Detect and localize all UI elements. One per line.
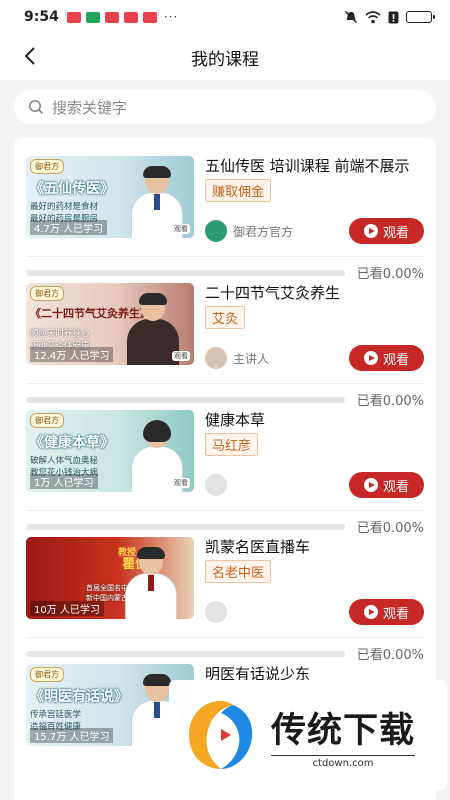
watermark: 传统下载 ctdown.com <box>169 680 447 790</box>
thumb-subtitle: 传承宫廷医学 <box>30 710 82 720</box>
battery-icon <box>406 11 435 23</box>
thumb-corner-label: 观看 <box>172 224 190 234</box>
watermark-logo-icon <box>181 695 261 775</box>
thumb-learner-count: 10万 人已学习 <box>30 601 104 616</box>
watch-button[interactable]: 观看 <box>349 472 424 498</box>
alert-icon <box>388 11 399 23</box>
avatar <box>205 347 227 369</box>
course-author: 御君方官方 <box>205 220 293 242</box>
course-thumbnail[interactable]: 御君方 《健康本草》 破解人体气血奥秘 教您花小钱治大病 1万 人已学习 观看 <box>26 410 194 492</box>
thumb-subtitle: 最好的药材是食材 <box>30 202 99 212</box>
avatar <box>205 220 227 242</box>
course-tag: 马红彦 <box>205 433 259 456</box>
thumb-learner-count: 4.7万 人已学习 <box>30 220 108 235</box>
play-icon <box>363 478 378 492</box>
course-item[interactable]: 御君方 《五仙传医》 最好的药材是食材 最好的药房是厨房 4.7万 人已学习 观… <box>26 138 424 282</box>
play-icon <box>363 224 378 238</box>
play-icon <box>363 605 378 619</box>
thumb-badge: 御君方 <box>30 159 64 174</box>
divider <box>26 256 424 257</box>
watch-label: 观看 <box>382 606 409 622</box>
play-icon <box>363 351 378 365</box>
divider <box>26 383 424 384</box>
course-item[interactable]: 御君方 《健康本草》 破解人体气血奥秘 教您花小钱治大病 1万 人已学习 观看 … <box>26 392 424 536</box>
thumb-corner-label: 观看 <box>172 351 190 361</box>
search-input[interactable]: 搜索关键字 <box>14 90 436 124</box>
course-thumbnail[interactable]: 教授 瞿佳滨 首届全国名中医 新中国内蒙古医科大学学院 10万 人已学习 <box>26 537 194 619</box>
author-name: 御君方官方 <box>233 224 294 239</box>
course-thumbnail[interactable]: 御君方 《二十四节气艾灸养生》 顺应天时养身心 正确艾灸体安康 12.4万 人已… <box>26 283 194 365</box>
watch-button[interactable]: 观看 <box>349 218 424 244</box>
thumb-badge: 御君方 <box>30 286 64 301</box>
course-item[interactable]: 教授 瞿佳滨 首届全国名中医 新中国内蒙古医科大学学院 10万 人已学习 凯蒙名… <box>26 519 424 663</box>
notification-icon <box>66 11 81 23</box>
thumb-subtitle: 破解人体气血奥秘 <box>30 456 99 466</box>
watch-button[interactable]: 观看 <box>349 599 424 625</box>
watch-label: 观看 <box>382 352 409 368</box>
thumb-learner-count: 1万 人已学习 <box>30 474 98 489</box>
thumb-corner-label: 观看 <box>172 478 190 488</box>
course-thumbnail[interactable]: 御君方 《五仙传医》 最好的药材是食材 最好的药房是厨房 4.7万 人已学习 观… <box>26 156 194 238</box>
notification-icon <box>85 11 100 23</box>
status-time: 9:54 <box>24 9 59 25</box>
chevron-left-icon <box>24 47 35 65</box>
avatar <box>205 601 227 623</box>
notification-icon <box>142 11 157 23</box>
thumb-title: 《五仙传医》 <box>30 181 114 197</box>
thumb-learner-count: 12.4万 人已学习 <box>30 347 114 362</box>
thumb-title: 《明医有话说》 <box>30 689 128 705</box>
thumb-badge: 御君方 <box>30 413 64 428</box>
course-author: 主讲人 <box>205 347 269 369</box>
course-author <box>205 601 233 623</box>
watch-label: 观看 <box>382 479 409 495</box>
notification-icon <box>104 11 119 23</box>
course-tag: 艾灸 <box>205 306 246 329</box>
author-name: 主讲人 <box>233 351 270 366</box>
wifi-icon <box>365 10 381 23</box>
watermark-title: 传统下载 <box>271 710 416 751</box>
thumb-title: 《健康本草》 <box>30 435 114 451</box>
mute-icon <box>344 10 358 24</box>
more-notifications-icon: ··· <box>163 10 179 24</box>
watermark-url: ctdown.com <box>271 754 416 769</box>
course-tag: 赚取佣金 <box>205 179 272 202</box>
course-title[interactable]: 健康本草 <box>205 410 424 430</box>
thumb-badge: 御君方 <box>30 667 64 682</box>
avatar <box>205 474 227 496</box>
course-title[interactable]: 凯蒙名医直播车 <box>205 537 424 557</box>
nav-bar: 我的课程 <box>0 34 450 80</box>
page-title: 我的课程 <box>191 49 259 70</box>
divider <box>26 637 424 638</box>
watch-label: 观看 <box>382 225 409 241</box>
search-placeholder: 搜索关键字 <box>52 98 128 117</box>
course-author <box>205 474 233 496</box>
course-title[interactable]: 二十四节气艾灸养生 <box>205 283 424 303</box>
search-area: 搜索关键字 <box>0 80 450 134</box>
watch-button[interactable]: 观看 <box>349 345 424 371</box>
thumb-learner-count: 15.7万 人已学习 <box>30 728 114 743</box>
status-bar: 9:54 ··· <box>0 0 450 34</box>
course-tag: 名老中医 <box>205 560 272 583</box>
back-button[interactable] <box>16 42 44 70</box>
divider <box>26 510 424 511</box>
course-item[interactable]: 御君方 《二十四节气艾灸养生》 顺应天时养身心 正确艾灸体安康 12.4万 人已… <box>26 265 424 409</box>
thumb-subtitle: 顺应天时养身心 <box>30 329 90 339</box>
doctor-portrait <box>122 545 180 619</box>
notification-icon <box>123 11 138 23</box>
search-icon <box>29 100 44 115</box>
course-title[interactable]: 五仙传医 培训课程 前端不展示 <box>205 156 424 176</box>
